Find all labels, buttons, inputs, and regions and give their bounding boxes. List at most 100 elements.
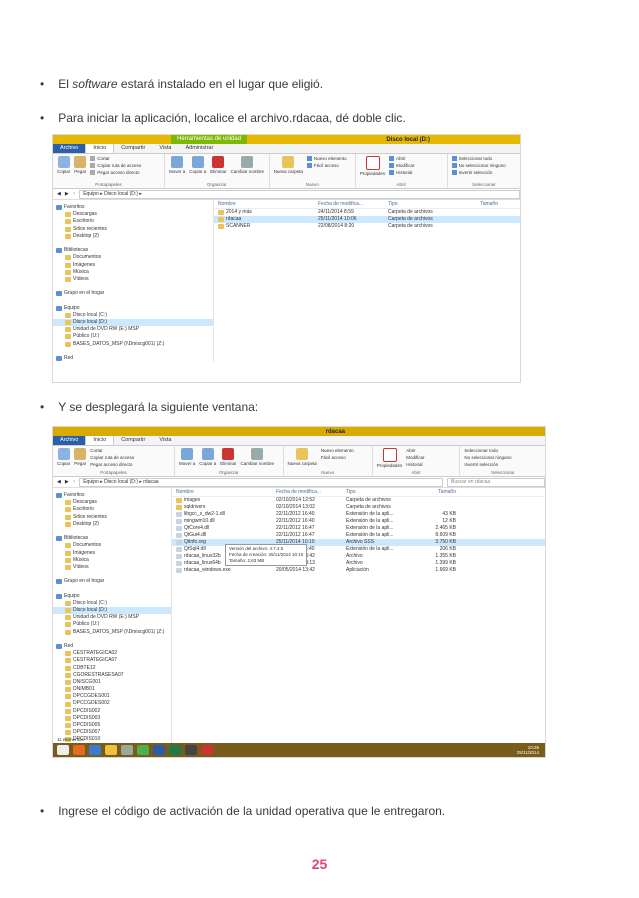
open-button[interactable]: Abrir (406, 448, 424, 453)
edit-button[interactable]: Modificar (406, 455, 424, 460)
col-date[interactable]: Fecha de modifica... (318, 200, 388, 208)
nav-item[interactable]: DPCDIS003 (53, 715, 171, 722)
tab-inicio[interactable]: Inicio (85, 144, 115, 153)
file-row[interactable]: SCANNER 22/08/2014 8:20 Carpeta de archivo… (214, 223, 520, 230)
nav-item[interactable]: Disco local (C:) (53, 600, 171, 607)
nav-item[interactable]: Bibliotecas (53, 247, 213, 254)
select-all-button[interactable]: Seleccionar todo (464, 448, 511, 453)
firefox-icon[interactable] (73, 745, 85, 755)
tab-vista[interactable]: Vista (152, 436, 178, 445)
history-button[interactable]: Historial (389, 170, 414, 175)
paste-shortcut-button[interactable]: Pegar acceso directo (90, 462, 134, 467)
nav-item[interactable]: CESTRATEGICA02 (53, 650, 171, 657)
file-row[interactable]: images 02/10/2014 12:52 Carpeta de archivo… (172, 497, 545, 504)
open-button[interactable]: Abrir (389, 156, 414, 161)
col-size[interactable]: Tamaño (406, 488, 462, 496)
tab-archivo[interactable]: Archivo (53, 436, 86, 445)
search-input[interactable]: Buscar en rdacaa (447, 477, 545, 487)
tab-compartir[interactable]: Compartir (114, 144, 152, 153)
edit-button[interactable]: Modificar (389, 163, 414, 168)
word-icon[interactable] (153, 745, 165, 755)
nav-item[interactable]: Desktop (2) (53, 521, 171, 528)
app-icon[interactable] (121, 745, 133, 755)
nav-item[interactable]: Vídeos (53, 564, 171, 571)
nav-item[interactable]: Descargas (53, 499, 171, 506)
nav-item[interactable]: DPCDIS007 (53, 729, 171, 736)
app-icon[interactable] (137, 745, 149, 755)
nav-item[interactable]: DPCDIS005 (53, 722, 171, 729)
folder-icon[interactable] (105, 745, 117, 755)
nav-item[interactable]: DNISCG001 (53, 679, 171, 686)
nav-item[interactable]: CESTRATEGICA07 (53, 657, 171, 664)
excel-icon[interactable] (169, 745, 181, 755)
nav-item[interactable]: Escritorio (53, 218, 213, 225)
file-row[interactable]: 2014 y más 24/11/2014 8:59 Carpeta de arch… (214, 209, 520, 216)
col-name[interactable]: Nombre (172, 488, 276, 496)
address-bar[interactable]: Equipo ▸ Disco local (D:) ▸ (79, 189, 520, 199)
back-icon[interactable]: ◀ (57, 191, 61, 197)
up-icon[interactable]: ↑ (73, 479, 76, 485)
nav-item[interactable]: Imágenes (53, 262, 213, 269)
select-all-button[interactable]: Seleccionar todo (451, 156, 506, 161)
select-none-button[interactable]: No seleccionar ninguno (451, 163, 506, 168)
nav-item[interactable]: Disco local (D:) (53, 319, 213, 327)
col-type[interactable]: Tipo (388, 200, 448, 208)
col-size[interactable]: Tamaño (448, 200, 504, 208)
nav-item[interactable]: DPCDIS002 (53, 708, 171, 715)
tab-administrar[interactable]: Administrar (178, 144, 220, 153)
file-row[interactable]: libgcc_s_dw2-1.dll 22/11/2012 16:40 Extens… (172, 511, 545, 518)
tab-archivo[interactable]: Archivo (53, 144, 86, 153)
ie-icon[interactable] (89, 745, 101, 755)
nav-item[interactable]: DNIMB01 (53, 686, 171, 693)
forward-icon[interactable]: ▶ (65, 191, 69, 197)
nav-item[interactable]: Favoritos (53, 204, 213, 211)
nav-item[interactable]: CGORESTRASESA07 (53, 672, 171, 679)
nav-item[interactable]: Sitios recientes (53, 514, 171, 521)
tab-vista[interactable]: Vista (152, 144, 178, 153)
nav-item[interactable]: Grupo en el hogar (53, 290, 213, 297)
nav-item[interactable]: Descargas (53, 211, 213, 218)
cut-button[interactable]: Cortar (90, 448, 134, 453)
easy-access-button[interactable]: Fácil acceso (321, 455, 354, 460)
forward-icon[interactable]: ▶ (65, 479, 69, 485)
back-icon[interactable]: ◀ (57, 479, 61, 485)
nav-item[interactable]: Música (53, 557, 171, 564)
nav-item[interactable]: Público (U:) (53, 621, 171, 628)
nav-item[interactable]: Bibliotecas (53, 535, 171, 542)
nav-item[interactable]: Favoritos (53, 492, 171, 499)
col-name[interactable]: Nombre (214, 200, 318, 208)
nav-item[interactable]: Desktop (2) (53, 233, 213, 240)
nav-item[interactable]: Imágenes (53, 550, 171, 557)
file-row[interactable]: mingwm10.dll 22/11/2012 16:40 Extensión de… (172, 518, 545, 525)
file-row[interactable]: rdacaa 25/11/2014 10:06 Carpeta de archivo… (214, 216, 520, 223)
up-icon[interactable]: ↑ (73, 191, 76, 197)
app-icon[interactable] (185, 745, 197, 755)
nav-item[interactable]: Público (U:) (53, 333, 213, 340)
nav-item[interactable]: DPCCGDES002 (53, 700, 171, 707)
nav-item[interactable]: Disco local (C:) (53, 312, 213, 319)
cut-button[interactable]: Cortar (90, 156, 141, 161)
address-bar[interactable]: Equipo ▸ Disco local (D:) ▸ rdacaa (79, 477, 443, 487)
nav-item[interactable]: Música (53, 269, 213, 276)
invert-selection-button[interactable]: Invertir selección (464, 462, 511, 467)
tab-compartir[interactable]: Compartir (114, 436, 152, 445)
nav-item[interactable]: CDBTE12 (53, 665, 171, 672)
paste-shortcut-button[interactable]: Pegar acceso directo (90, 170, 141, 175)
file-row[interactable]: QtCore4.dll 22/11/2012 16:47 Extensión de … (172, 525, 545, 532)
nav-item[interactable]: BASES_DATOS_MSP (\\Dmiscg001) (Z:) (53, 341, 213, 348)
nav-item[interactable]: Grupo en el hogar (53, 578, 171, 585)
nav-item[interactable]: Escritorio (53, 506, 171, 513)
invert-selection-button[interactable]: Invertir selección (451, 170, 506, 175)
nav-item[interactable]: Vídeos (53, 276, 213, 283)
file-row[interactable]: rdacaa_windows.exe 20/05/2014 13:42 Aplica… (172, 567, 545, 574)
nav-item[interactable]: Equipo (53, 305, 213, 312)
nav-item[interactable]: Red (53, 643, 171, 650)
context-tab[interactable]: Herramientas de unidad (171, 135, 248, 144)
new-item-button[interactable]: Nuevo elemento (321, 448, 354, 453)
easy-access-button[interactable]: Fácil acceso (306, 163, 347, 168)
nav-item[interactable]: Disco local (D:) (53, 607, 171, 615)
nav-item[interactable]: Unidad de DVD RW (E:) MSP (53, 614, 171, 621)
nav-item[interactable]: Documentos (53, 542, 171, 549)
copy-path-button[interactable]: Copiar ruta de acceso (90, 163, 141, 168)
nav-item[interactable]: BASES_DATOS_MSP (\\Dmiscg001) (Z:) (53, 629, 171, 636)
